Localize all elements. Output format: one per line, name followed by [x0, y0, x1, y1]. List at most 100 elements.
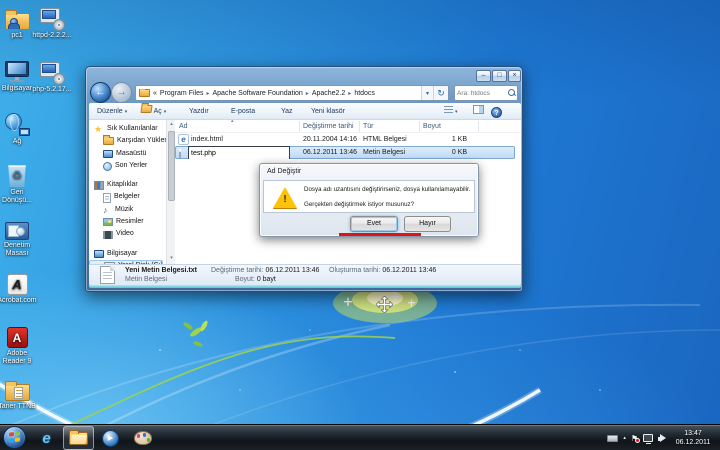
- address-bar[interactable]: « Program Files ▸ Apache Software Founda…: [135, 85, 449, 101]
- taskbar-button-paint[interactable]: [127, 426, 158, 450]
- user-overlay-icon: [8, 18, 18, 29]
- chevron-down-icon: ▾: [164, 109, 167, 115]
- explorer-folder-icon: [69, 432, 88, 445]
- file-row-test-php[interactable]: 06.12.2011 13:46 Metin Belgesi 0 KB: [175, 146, 521, 159]
- details-file-type: Metin Belgesi: [125, 276, 167, 283]
- sidebar-item-documents[interactable]: Belgeler: [89, 191, 166, 203]
- breadcrumb-item[interactable]: Apache2.2: [312, 90, 345, 97]
- forward-button[interactable]: →: [111, 82, 132, 103]
- rename-input[interactable]: [189, 148, 289, 159]
- breadcrumb-separator-icon: ▸: [206, 90, 209, 97]
- navigation-pane: ★Sık Kullanılanlar Karşıdan Yüklem Masaü…: [89, 120, 166, 264]
- sidebar-item-recent[interactable]: Son Yerler: [89, 160, 166, 172]
- show-hidden-icons-button[interactable]: ▴: [623, 435, 626, 441]
- recent-places-icon: [103, 162, 112, 171]
- taskbar-clock[interactable]: 13:47 06.12.2011: [670, 429, 716, 447]
- sidebar-item-libraries[interactable]: Kitaplıklar: [89, 179, 166, 191]
- views-button[interactable]: ▾: [444, 103, 458, 120]
- address-dropdown-button[interactable]: ▾: [421, 86, 433, 100]
- html-file-icon: e: [178, 134, 189, 145]
- desktop-icon-php-installer[interactable]: php-5.2.17...: [30, 57, 74, 94]
- column-header-name[interactable]: Ad: [175, 120, 188, 133]
- music-note-icon: ♪: [103, 204, 112, 216]
- folder-icon: [5, 384, 30, 401]
- sidebar-item-favorites[interactable]: ★Sık Kullanılanlar: [89, 123, 166, 135]
- breadcrumb: « Program Files ▸ Apache Software Founda…: [136, 89, 421, 97]
- start-button[interactable]: [3, 426, 26, 449]
- file-name: index.html: [191, 133, 223, 146]
- breadcrumb-item[interactable]: Apache Software Foundation: [213, 90, 303, 97]
- sidebar-scrollbar[interactable]: ▴ ▾: [166, 120, 175, 264]
- desktop-icon-taner-folder[interactable]: Taner TTNB: [0, 374, 39, 411]
- acrobat-icon: A: [7, 274, 28, 295]
- sidebar-item-computer[interactable]: Bilgisayar: [89, 248, 166, 260]
- no-button[interactable]: Hayır: [404, 216, 451, 232]
- desktop-icon-control-panel[interactable]: Denetim Masası: [0, 213, 39, 258]
- rename-dialog: Ad Değiştir ! Dosya adı uzantısını değiş…: [259, 163, 479, 237]
- sidebar-item-desktop[interactable]: Masaüstü: [89, 148, 166, 160]
- search-input[interactable]: [455, 90, 507, 97]
- document-overlay-icon: [14, 387, 23, 399]
- search-icon[interactable]: [507, 88, 517, 98]
- action-center-icon[interactable]: ⚑: [631, 434, 638, 443]
- network-tray-icon[interactable]: [643, 434, 653, 442]
- file-modified: 06.12.2011 13:46: [303, 146, 357, 159]
- sidebar-item-downloads[interactable]: Karşıdan Yüklem: [89, 135, 166, 147]
- details-size: Boyut: 0 bayt: [235, 276, 276, 283]
- column-header-type[interactable]: Tür: [359, 120, 374, 133]
- sidebar-item-video[interactable]: Video: [89, 228, 166, 240]
- file-row-index-html[interactable]: e index.html 20.11.2004 14:16 HTML Belge…: [175, 133, 521, 146]
- file-size: 1 KB: [419, 133, 467, 146]
- desktop-icon-acrobat-com[interactable]: A Acrobat.com: [0, 268, 39, 305]
- rename-edit-box[interactable]: [188, 146, 290, 159]
- windows-logo-icon: [9, 431, 20, 442]
- yes-button[interactable]: Evet: [350, 216, 398, 232]
- navigation-bar: ← → « Program Files ▸ Apache Software Fo…: [86, 67, 522, 103]
- organize-menu[interactable]: Düzenle▾: [97, 103, 127, 120]
- move-cursor: [376, 296, 393, 313]
- search-box: [454, 85, 518, 101]
- desktop-icon-recycle-bin[interactable]: ♻ Geri Dönüşü...: [0, 160, 39, 205]
- back-button[interactable]: ←: [90, 82, 111, 103]
- desktop-icon-adobe-reader[interactable]: A Adobe Reader 9: [0, 321, 39, 366]
- internet-explorer-icon: e: [42, 430, 50, 447]
- preview-pane-button[interactable]: [473, 103, 484, 120]
- device-tray-icon[interactable]: [607, 435, 618, 442]
- refresh-button[interactable]: ↻: [433, 86, 448, 100]
- sort-ascending-icon: ▴: [231, 120, 234, 124]
- column-header-size[interactable]: Boyut: [419, 120, 441, 133]
- burn-button[interactable]: Yaz: [281, 103, 293, 120]
- alert-badge: [635, 438, 640, 443]
- help-button[interactable]: ?: [491, 103, 502, 120]
- film-icon: [103, 231, 113, 239]
- taskbar-button-media-player[interactable]: ▶: [95, 426, 126, 450]
- open-menu[interactable]: Aç▾: [141, 103, 166, 120]
- dialog-message-line1: Dosya adı uzantısını değiştirirseniz, do…: [304, 186, 470, 193]
- sidebar-item-pictures[interactable]: Resimler: [89, 216, 166, 228]
- desktop-icon-network[interactable]: Ağ: [0, 109, 39, 146]
- breadcrumb-item[interactable]: htdocs: [354, 90, 375, 97]
- taskbar-button-explorer-active[interactable]: [63, 426, 94, 450]
- file-type: HTML Belgesi: [363, 133, 407, 146]
- print-button[interactable]: Yazdır: [189, 103, 209, 120]
- desktop-icon-label: php-5.2.17...: [30, 86, 74, 94]
- desktop-icon-httpd-installer[interactable]: httpd-2.2.2...: [30, 3, 74, 40]
- new-folder-button[interactable]: Yeni klasör: [311, 103, 345, 120]
- taskbar-button-internet-explorer[interactable]: e: [31, 426, 62, 450]
- volume-icon[interactable]: [658, 434, 668, 443]
- column-header-modified[interactable]: Değiştirme tarihi: [299, 120, 354, 133]
- picture-icon: [103, 218, 113, 226]
- desktop-icon-label: Adobe Reader 9: [0, 350, 39, 366]
- network-icon: [4, 113, 30, 136]
- sidebar-item-music[interactable]: ♪Müzik: [89, 204, 166, 216]
- details-file-name: Yeni Metin Belgesi.txt: [125, 267, 197, 274]
- chevron-down-icon: ▾: [125, 109, 128, 115]
- breadcrumb-overflow-chevron[interactable]: «: [153, 90, 157, 97]
- breadcrumb-item[interactable]: Program Files: [160, 90, 204, 97]
- scrollbar-thumb[interactable]: [168, 131, 175, 201]
- shared-folder-icon: [5, 13, 30, 30]
- file-icon: [179, 149, 181, 158]
- command-toolbar: Düzenle▾ Aç▾ Yazdır E-posta Yaz Yeni kla…: [89, 103, 521, 120]
- desktop: pc1 httpd-2.2.2... Bilgisayar php-5.2.17…: [0, 0, 720, 450]
- email-button[interactable]: E-posta: [231, 103, 255, 120]
